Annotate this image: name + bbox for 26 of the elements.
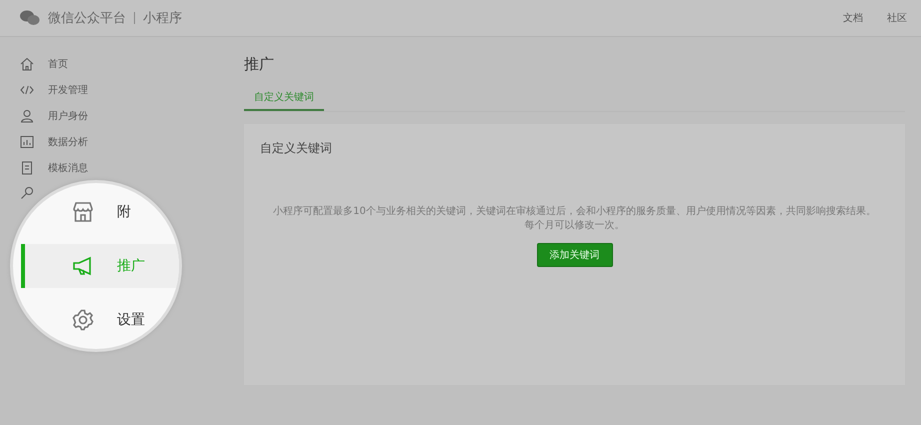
page-title: 推广 bbox=[244, 55, 275, 74]
sidebar-item[interactable]: 用户身份 bbox=[20, 108, 88, 124]
chat-bubbles-icon bbox=[20, 10, 40, 26]
panel-title: 自定义关键词 bbox=[260, 140, 333, 157]
magnified-menu-item[interactable]: 设置 bbox=[21, 298, 179, 342]
description-text: 小程序可配置最多10个与业务相关的关键词，关键词在审核通过后，会和小程序的服务质量、用户使用情况等因素，共同影响搜索结果。 bbox=[273, 205, 876, 219]
shop-icon bbox=[71, 200, 95, 224]
magnified-menu-item[interactable]: 推广 bbox=[21, 244, 179, 288]
platform-title: 微信公众平台 bbox=[48, 10, 126, 27]
product-title: 小程序 bbox=[143, 10, 182, 27]
home-icon bbox=[20, 57, 34, 71]
magnified-menu-item[interactable]: 附 bbox=[21, 190, 179, 234]
chart-icon bbox=[20, 135, 34, 149]
add-keyword-button[interactable]: 添加关键词 bbox=[536, 243, 612, 267]
sidebar-item[interactable]: 开发管理 bbox=[20, 82, 88, 98]
sidebar-item[interactable]: 模板消息 bbox=[20, 160, 88, 176]
settings-icon bbox=[71, 308, 95, 332]
header-link[interactable]: 社区 bbox=[887, 11, 907, 25]
sidebar-item[interactable]: 首页 bbox=[20, 56, 68, 72]
description-text: 每个月可以修改一次。 bbox=[524, 219, 624, 233]
keyword-tab[interactable]: 自定义关键词 bbox=[244, 86, 324, 111]
header-link[interactable]: 文档 bbox=[843, 11, 863, 25]
document-icon bbox=[20, 161, 34, 175]
sidebar-item[interactable]: 数据分析 bbox=[20, 134, 88, 150]
code-icon bbox=[20, 83, 34, 97]
user-icon bbox=[20, 109, 34, 123]
